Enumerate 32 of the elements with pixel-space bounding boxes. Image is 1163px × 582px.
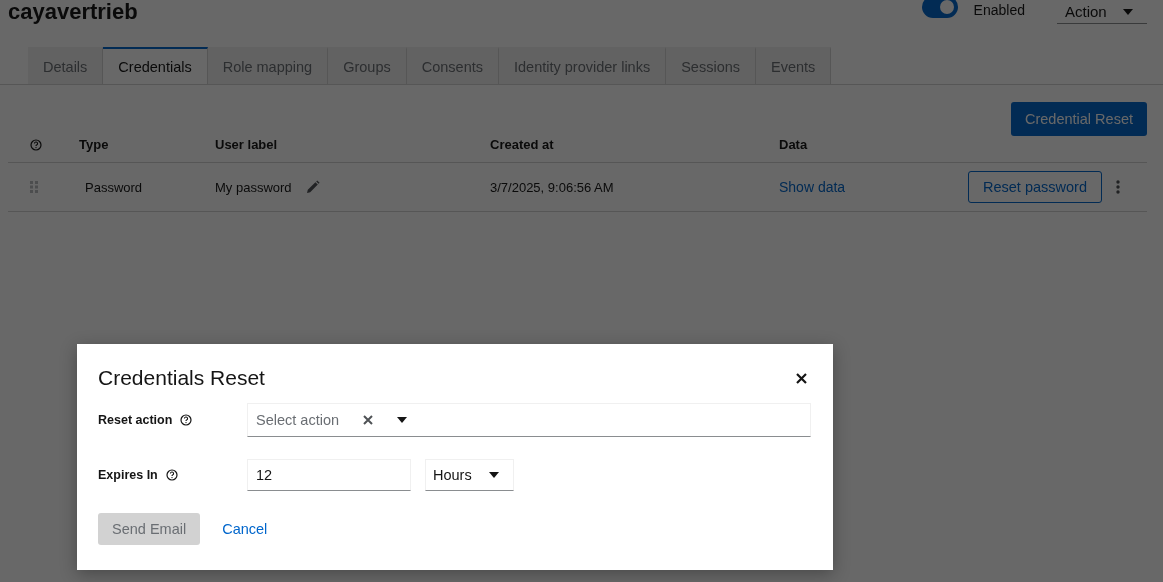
field-label: Reset action	[98, 413, 173, 427]
clear-icon[interactable]	[363, 415, 374, 425]
reset-password-button[interactable]: Reset password	[968, 171, 1102, 203]
close-icon	[796, 372, 807, 384]
kebab-menu-icon[interactable]	[1115, 180, 1120, 194]
column-header: Type	[79, 137, 109, 152]
enabled-switch[interactable]	[921, 0, 958, 18]
caret-icon	[397, 417, 408, 423]
table-cell: Password	[85, 179, 143, 195]
tab[interactable]: Credentials	[103, 47, 208, 84]
show-data-link[interactable]: Show data	[779, 179, 846, 195]
help-icon[interactable]	[180, 414, 193, 426]
unit-dropdown[interactable]: Hours	[425, 459, 514, 491]
column-header: Created at	[490, 137, 554, 152]
pencil-icon[interactable]	[305, 180, 320, 194]
credential-reset-button[interactable]: Credential Reset	[1011, 102, 1147, 136]
column-header: Data	[779, 137, 808, 152]
column-header: User label	[215, 137, 278, 152]
help-icon[interactable]	[165, 469, 178, 481]
switch-label: Enabled	[973, 2, 1025, 18]
drag-handle-icon[interactable]	[30, 181, 38, 193]
table-cell: 3/7/2025, 9:06:56 AM	[490, 179, 614, 195]
table-cell: My password	[215, 179, 292, 195]
cancel-button[interactable]: Cancel	[222, 513, 268, 545]
caret-icon	[489, 472, 499, 478]
field-label: Expires In	[98, 468, 158, 482]
select-action-field[interactable]: Select action	[247, 403, 811, 437]
action-dropdown[interactable]: Action	[1057, 0, 1147, 24]
user-name-title: cayavertrieb	[8, 0, 139, 25]
caret-icon	[1123, 8, 1133, 15]
expires-in-field[interactable]: 12	[247, 459, 411, 491]
dialog-title: Credentials Reset	[98, 366, 265, 390]
